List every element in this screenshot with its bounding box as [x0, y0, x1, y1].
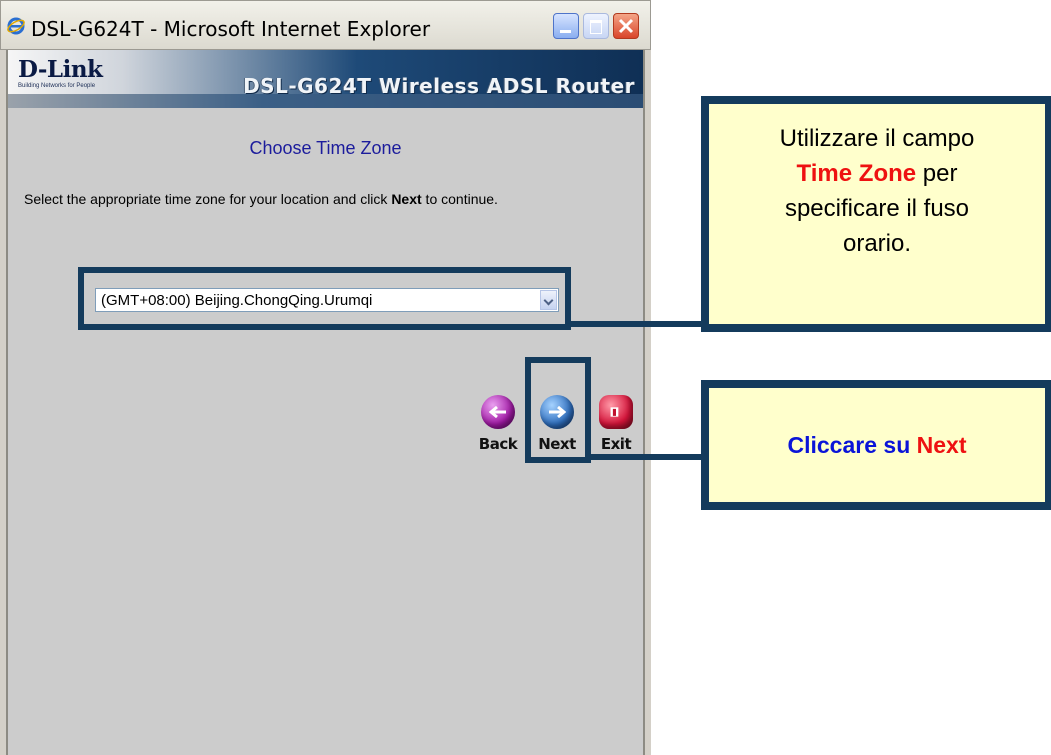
page-title: Choose Time Zone — [249, 138, 402, 158]
exit-button[interactable]: Exit — [588, 395, 644, 453]
callout-timezone: Utilizzare il campo Time Zone per specif… — [701, 96, 1051, 332]
callout-1-line1: Utilizzare il campo — [779, 125, 975, 152]
router-model: DSL-G624T Wireless ADSL Router — [243, 74, 635, 98]
next-highlight-box — [525, 357, 591, 463]
window-title: DSL-G624T - Microsoft Internet Explorer — [31, 17, 431, 41]
exit-label: Exit — [600, 435, 632, 453]
instruction-text: Select the appropriate time zone for you… — [24, 190, 584, 208]
select-highlight-box — [78, 267, 571, 330]
callout-2-highlight: Next — [916, 432, 967, 458]
ie-icon — [7, 17, 25, 35]
close-icon[interactable] — [613, 13, 639, 39]
instruction-pre: Select the appropriate time zone for you… — [24, 191, 392, 207]
instruction-post: to continue. — [421, 191, 498, 207]
exit-door-icon — [599, 395, 633, 429]
connector-line-1 — [571, 321, 707, 327]
callout-1-highlight: Time Zone — [796, 160, 917, 187]
callout-1-line3: specificare il fuso — [784, 195, 970, 222]
back-button[interactable]: Back — [470, 395, 526, 453]
callout-next-text: Cliccare su Next — [709, 432, 1045, 459]
title-bar[interactable]: DSL-G624T - Microsoft Internet Explorer — [0, 0, 651, 50]
callout-1-line4: orario. — [842, 230, 912, 257]
logo-tagline: Building Networks for People — [18, 83, 96, 89]
back-label: Back — [478, 435, 518, 453]
instruction-next-bold: Next — [391, 191, 422, 207]
dlink-logo: D-Link — [18, 56, 103, 83]
maximize-icon[interactable] — [583, 13, 609, 39]
callout-2-pre: Cliccare su — [787, 432, 917, 458]
connector-line-2 — [591, 454, 707, 460]
dlink-banner: D-Link Building Networks for People DSL-… — [8, 50, 643, 108]
minimize-icon[interactable] — [553, 13, 579, 39]
back-arrow-icon — [481, 395, 515, 429]
callout-timezone-text: Utilizzare il campo Time Zone per specif… — [709, 121, 1045, 261]
callout-1-after: per — [916, 160, 958, 187]
callout-next: Cliccare su Next — [701, 380, 1051, 510]
callout-1-line2: Time Zone per — [709, 156, 1045, 191]
